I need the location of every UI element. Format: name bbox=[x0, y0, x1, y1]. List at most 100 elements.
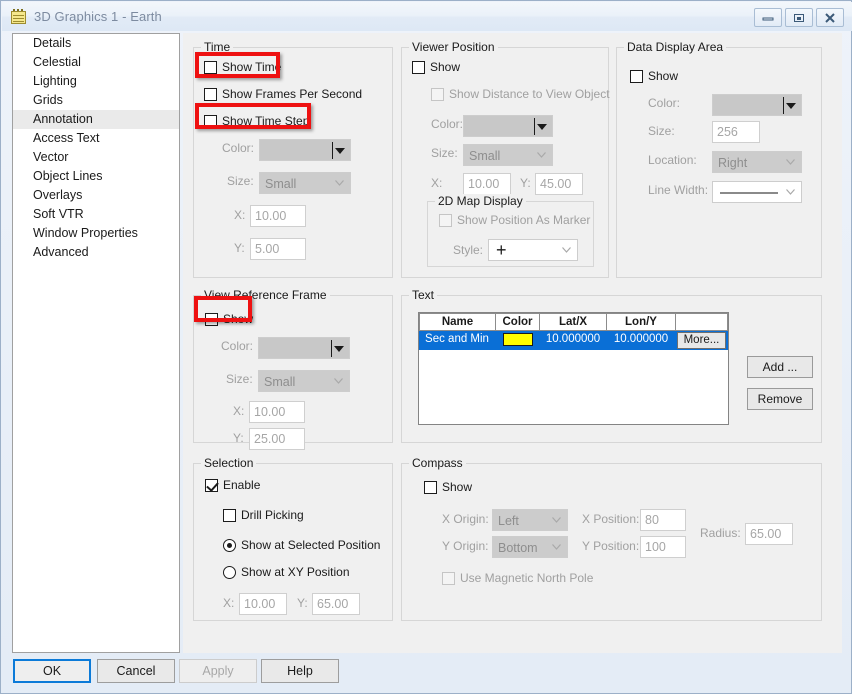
restore-icon[interactable] bbox=[785, 8, 813, 27]
show-marker-checkbox[interactable]: Show Position As Marker bbox=[439, 213, 590, 227]
vrf-color-combo[interactable] bbox=[258, 337, 350, 359]
checkbox-box bbox=[412, 60, 425, 74]
sidebar-item-details[interactable]: Details bbox=[13, 34, 179, 53]
cancel-button[interactable]: Cancel bbox=[97, 659, 175, 683]
data-color-combo[interactable] bbox=[712, 94, 802, 116]
x-position-input[interactable]: 80 bbox=[640, 509, 686, 531]
show-at-xy-radio[interactable]: Show at XY Position bbox=[223, 565, 350, 579]
help-button[interactable]: Help bbox=[261, 659, 339, 683]
compass-show-checkbox[interactable]: Show bbox=[424, 480, 472, 494]
ok-button[interactable]: OK bbox=[13, 659, 91, 683]
vrf-color-label: Color: bbox=[221, 339, 254, 353]
magnetic-north-checkbox[interactable]: Use Magnetic North Pole bbox=[442, 571, 593, 585]
remove-button[interactable]: Remove bbox=[747, 388, 813, 410]
data-display-show-checkbox[interactable]: Show bbox=[630, 69, 678, 83]
radius-input[interactable]: 65.00 bbox=[745, 523, 793, 545]
dialog-content: Details Celestial Lighting Grids Annotat… bbox=[2, 31, 852, 694]
data-size-input[interactable]: 256 bbox=[712, 121, 760, 143]
show-distance-checkbox[interactable]: Show Distance to View Object bbox=[431, 87, 610, 101]
selection-x-input[interactable]: 10.00 bbox=[239, 593, 287, 615]
viewer-size-combo[interactable]: Small bbox=[463, 144, 553, 166]
viewer-show-checkbox[interactable]: Show bbox=[412, 60, 460, 74]
column-color[interactable]: Color bbox=[496, 313, 540, 331]
cell-color[interactable] bbox=[496, 331, 540, 350]
vrf-x-input[interactable]: 10.00 bbox=[249, 401, 305, 423]
sidebar-item-celestial[interactable]: Celestial bbox=[13, 53, 179, 72]
marker-style-label: Style: bbox=[453, 243, 484, 257]
close-icon[interactable] bbox=[816, 8, 844, 27]
sidebar-item-vector[interactable]: Vector bbox=[13, 148, 179, 167]
sidebar-item-label: Grids bbox=[33, 93, 63, 107]
vrf-show-checkbox[interactable]: Show bbox=[205, 312, 253, 326]
sidebar-item-label: Window Properties bbox=[33, 226, 138, 240]
sidebar-item-annotation[interactable]: Annotation bbox=[13, 110, 179, 129]
line-sample bbox=[720, 192, 778, 194]
settings-tree[interactable]: Details Celestial Lighting Grids Annotat… bbox=[12, 33, 180, 653]
time-color-combo[interactable] bbox=[259, 139, 351, 161]
data-display-area-group: Data Display Area Show Color: Size: 256 bbox=[616, 40, 822, 278]
y-position-label: Y Position: bbox=[582, 539, 640, 553]
column-name[interactable]: Name bbox=[419, 313, 496, 331]
viewer-size-label: Size: bbox=[431, 146, 458, 160]
sidebar-item-window-properties[interactable]: Window Properties bbox=[13, 224, 179, 243]
selection-y-input[interactable]: 65.00 bbox=[312, 593, 360, 615]
data-location-combo[interactable]: Right bbox=[712, 151, 802, 173]
compass-group: Compass Show X Origin: Left Y Origin: Bo… bbox=[401, 456, 822, 621]
more-button[interactable]: More... bbox=[677, 332, 726, 349]
selection-enable-checkbox[interactable]: Enable bbox=[205, 478, 260, 492]
chevron-down-icon bbox=[786, 103, 796, 109]
sidebar-item-grids[interactable]: Grids bbox=[13, 91, 179, 110]
viewer-show-label: Show bbox=[430, 60, 461, 74]
show-at-selected-radio[interactable]: Show at Selected Position bbox=[223, 538, 380, 552]
sidebar-item-soft-vtr[interactable]: Soft VTR bbox=[13, 205, 179, 224]
marker-style-combo[interactable]: + bbox=[488, 239, 578, 261]
viewer-y-label: Y: bbox=[520, 176, 531, 190]
checkbox-box bbox=[204, 87, 217, 101]
x-origin-combo[interactable]: Left bbox=[492, 509, 568, 531]
radius-label: Radius: bbox=[700, 526, 741, 540]
column-lat-x[interactable]: Lat/X bbox=[540, 313, 607, 331]
vrf-show-label: Show bbox=[223, 312, 254, 326]
sidebar-item-object-lines[interactable]: Object Lines bbox=[13, 167, 179, 186]
vrf-caption: View Reference Frame bbox=[201, 288, 330, 302]
time-size-combo[interactable]: Small bbox=[259, 172, 351, 194]
text-group: Text Name Color Lat/X Lon/Y Sec and Min bbox=[401, 288, 822, 443]
compass-show-label: Show bbox=[442, 480, 473, 494]
show-time-checkbox[interactable]: Show Time bbox=[204, 60, 281, 74]
viewer-color-label: Color: bbox=[431, 117, 464, 131]
table-row[interactable]: Sec and Min 10.000000 10.000000 More... bbox=[419, 331, 728, 350]
sidebar-item-label: Soft VTR bbox=[33, 207, 84, 221]
cell-more[interactable]: More... bbox=[676, 331, 728, 350]
viewer-y-input[interactable]: 45.00 bbox=[535, 173, 583, 195]
show-fps-checkbox[interactable]: Show Frames Per Second bbox=[204, 87, 362, 101]
sidebar-item-lighting[interactable]: Lighting bbox=[13, 72, 179, 91]
time-x-input[interactable]: 10.00 bbox=[250, 205, 306, 227]
time-color-label: Color: bbox=[222, 141, 255, 155]
text-list[interactable]: Name Color Lat/X Lon/Y Sec and Min 10.00… bbox=[418, 312, 729, 425]
y-position-input[interactable]: 100 bbox=[640, 536, 686, 558]
vrf-y-input[interactable]: 25.00 bbox=[249, 428, 305, 450]
show-time-step-checkbox[interactable]: Show Time Step bbox=[204, 114, 309, 128]
sidebar-item-advanced[interactable]: Advanced bbox=[13, 243, 179, 262]
sidebar-item-overlays[interactable]: Overlays bbox=[13, 186, 179, 205]
time-y-input[interactable]: 5.00 bbox=[250, 238, 306, 260]
column-actions[interactable] bbox=[676, 313, 728, 331]
drill-picking-checkbox[interactable]: Drill Picking bbox=[223, 508, 304, 522]
vrf-size-combo[interactable]: Small bbox=[258, 370, 350, 392]
vrf-x-label: X: bbox=[233, 404, 245, 418]
viewer-color-combo[interactable] bbox=[463, 115, 553, 137]
viewer-x-input[interactable]: 10.00 bbox=[463, 173, 511, 195]
color-swatch[interactable] bbox=[502, 333, 533, 346]
add-button[interactable]: Add ... bbox=[747, 356, 813, 378]
sidebar-item-label: Object Lines bbox=[33, 169, 103, 183]
show-at-xy-label: Show at XY Position bbox=[241, 565, 350, 579]
drill-picking-label: Drill Picking bbox=[241, 508, 304, 522]
minimize-icon[interactable] bbox=[754, 8, 782, 27]
data-line-width-combo[interactable] bbox=[712, 181, 802, 203]
chevron-down-icon bbox=[334, 346, 344, 352]
sidebar-item-access-text[interactable]: Access Text bbox=[13, 129, 179, 148]
y-origin-combo[interactable]: Bottom bbox=[492, 536, 568, 558]
show-marker-label: Show Position As Marker bbox=[457, 213, 591, 227]
column-lon-y[interactable]: Lon/Y bbox=[607, 313, 676, 331]
radio-button bbox=[223, 538, 236, 552]
